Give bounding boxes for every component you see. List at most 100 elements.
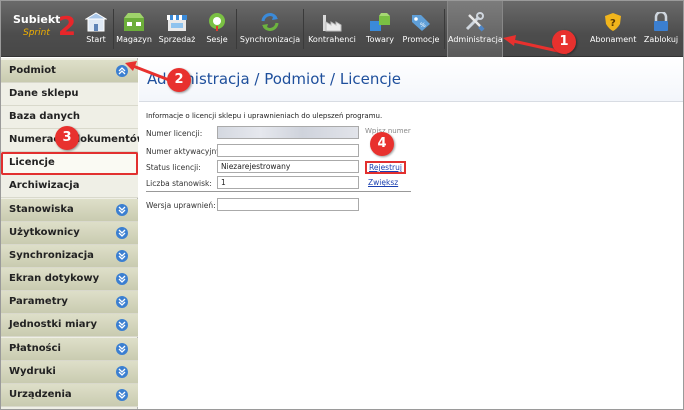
sidebar-item-label: Dane sklepu — [9, 88, 79, 99]
app-window: Subiekt Sprint 2 Start Magazyn Sprzedaż … — [0, 0, 684, 410]
tools-icon — [465, 12, 485, 32]
toolbar-administracja-button[interactable]: Administracja — [447, 1, 503, 57]
annotation-badge-1: 1 — [552, 30, 576, 54]
annotation-badge-3: 3 — [55, 126, 79, 150]
toolbar-sprzedaz-label: Sprzedaż — [158, 35, 196, 44]
annotation-badge-4: 4 — [370, 132, 394, 156]
sidebar-item-dane-sklepu[interactable]: Dane sklepu — [1, 83, 138, 106]
increase-link[interactable]: Zwiększ — [368, 178, 398, 187]
logo-version: 2 — [58, 12, 77, 42]
toolbar-sprzedaz-button[interactable]: Sprzedaż — [157, 1, 197, 57]
toolbar-abonament-label: Abonament — [590, 35, 637, 44]
version-rights-field[interactable] — [217, 198, 359, 211]
sidebar-item-parametry[interactable]: Parametry — [1, 291, 138, 314]
toolbar-towary-label: Towary — [366, 35, 394, 44]
sidebar-item-label: Podmiot — [9, 65, 56, 76]
sidebar-item-label: Urządzenia — [9, 389, 72, 400]
sidebar-item-label: Parametry — [9, 296, 68, 307]
tag-icon: % — [412, 15, 430, 31]
workstations-field[interactable]: 1 — [217, 176, 359, 189]
chevron-up-icon[interactable] — [116, 65, 128, 77]
sidebar-item-archiwizacja[interactable]: Archiwizacja — [1, 175, 138, 198]
sidebar-item-label: Ekran dotykowy — [9, 273, 100, 284]
toolbar-kontrahenci-button[interactable]: Kontrahenci — [306, 1, 358, 57]
toolbar-magazyn-button[interactable]: Magazyn — [115, 1, 153, 57]
logo-brand: Subiekt — [13, 13, 61, 26]
sidebar-item-label: Użytkownicy — [9, 227, 80, 238]
chevron-down-icon[interactable] — [116, 273, 128, 285]
logo-product: Sprint — [23, 28, 50, 38]
shield-icon: ? — [605, 13, 621, 31]
app-logo: Subiekt Sprint 2 — [13, 11, 77, 47]
main-panel: Administracja / Podmiot / Licencje Infor… — [139, 58, 683, 409]
chevron-down-icon[interactable] — [116, 204, 128, 216]
license-status-label: Status licencji: — [146, 163, 201, 172]
sidebar-item-label: Archiwizacja — [9, 180, 80, 191]
toolbar-zablokuj-label: Zablokuj — [643, 35, 679, 44]
chevron-down-icon[interactable] — [116, 319, 128, 331]
divider — [146, 191, 411, 192]
toolbar-start-label: Start — [86, 35, 106, 44]
license-status-field[interactable]: Niezarejestrowany — [217, 160, 359, 173]
toolbar-zablokuj-button[interactable]: Zablokuj — [641, 1, 681, 57]
sidebar-item-uzytkownicy[interactable]: Użytkownicy — [1, 222, 138, 245]
top-toolbar: Subiekt Sprint 2 Start Magazyn Sprzedaż … — [1, 1, 683, 57]
activation-number-label: Numer aktywacyjny: — [146, 147, 223, 156]
toolbar-divider — [303, 9, 304, 49]
shop-icon — [167, 15, 187, 31]
sidebar-item-stanowiska[interactable]: Stanowiska — [1, 199, 138, 222]
toolbar-magazyn-label: Magazyn — [116, 35, 152, 44]
sidebar: Podmiot Dane sklepu Baza danych Numeracj… — [1, 58, 146, 409]
annotation-badge-2: 2 — [167, 68, 191, 92]
goods-icon — [370, 13, 390, 31]
toolbar-divider — [444, 9, 445, 49]
toolbar-promocje-button[interactable]: % Promocje — [401, 1, 441, 57]
sidebar-item-podmiot[interactable]: Podmiot — [1, 60, 138, 83]
toolbar-divider — [113, 9, 114, 49]
chevron-down-icon[interactable] — [116, 343, 128, 355]
sidebar-item-label: Wydruki — [9, 366, 56, 377]
store-icon — [85, 12, 107, 32]
sidebar-item-jednostki-miary[interactable]: Jednostki miary — [1, 314, 138, 337]
sidebar-item-platnosci[interactable]: Płatności — [1, 338, 138, 361]
license-number-label: Numer licencji: — [146, 129, 203, 138]
sidebar-item-label: Baza danych — [9, 111, 81, 122]
sidebar-item-label: Jednostki miary — [9, 319, 97, 330]
toolbar-synchronizacja-button[interactable]: Synchronizacja — [239, 1, 301, 57]
toolbar-start-button[interactable]: Start — [81, 1, 111, 57]
sidebar-item-urzadzenia[interactable]: Urządzenia — [1, 384, 138, 407]
toolbar-kontrahenci-label: Kontrahenci — [308, 35, 356, 44]
toolbar-synchronizacja-label: Synchronizacja — [239, 35, 301, 44]
license-number-field[interactable] — [217, 126, 359, 139]
workstations-label: Liczba stanowisk: — [146, 179, 212, 188]
toolbar-divider — [236, 9, 237, 49]
sidebar-item-label: Licencje — [9, 157, 55, 168]
svg-text:%: % — [420, 22, 426, 29]
sidebar-item-label: Stanowiska — [9, 204, 74, 215]
chevron-down-icon[interactable] — [116, 366, 128, 378]
chevron-down-icon[interactable] — [116, 250, 128, 262]
sync-icon — [261, 13, 279, 31]
chevron-down-icon[interactable] — [116, 389, 128, 401]
sidebar-item-label: Synchronizacja — [9, 250, 94, 261]
chevron-down-icon[interactable] — [116, 227, 128, 239]
toolbar-towary-button[interactable]: Towary — [363, 1, 397, 57]
title-bar: Administracja / Podmiot / Licencje — [139, 58, 683, 102]
sidebar-item-ekran-dotykowy[interactable]: Ekran dotykowy — [1, 268, 138, 291]
activation-number-field[interactable] — [217, 144, 359, 157]
toolbar-sesje-button[interactable]: Sesje — [201, 1, 233, 57]
factory-icon — [323, 15, 342, 32]
lock-icon — [654, 12, 668, 31]
toolbar-administracja-label: Administracja — [448, 35, 503, 44]
version-rights-label: Wersja uprawnień: — [146, 201, 216, 210]
chevron-down-icon[interactable] — [116, 296, 128, 308]
toolbar-abonament-button[interactable]: ? Abonament — [590, 1, 636, 57]
sidebar-item-wydruki[interactable]: Wydruki — [1, 361, 138, 384]
warehouse-icon — [124, 13, 144, 31]
sidebar-item-licencje[interactable]: Licencje — [1, 152, 138, 175]
license-info-text: Informacje o licencji sklepu i uprawnien… — [146, 112, 383, 120]
sidebar-item-synchronizacja[interactable]: Synchronizacja — [1, 245, 138, 268]
toolbar-sesje-label: Sesje — [206, 35, 228, 44]
register-link[interactable]: Rejestruj — [365, 161, 406, 174]
toolbar-promocje-label: Promocje — [402, 35, 440, 44]
